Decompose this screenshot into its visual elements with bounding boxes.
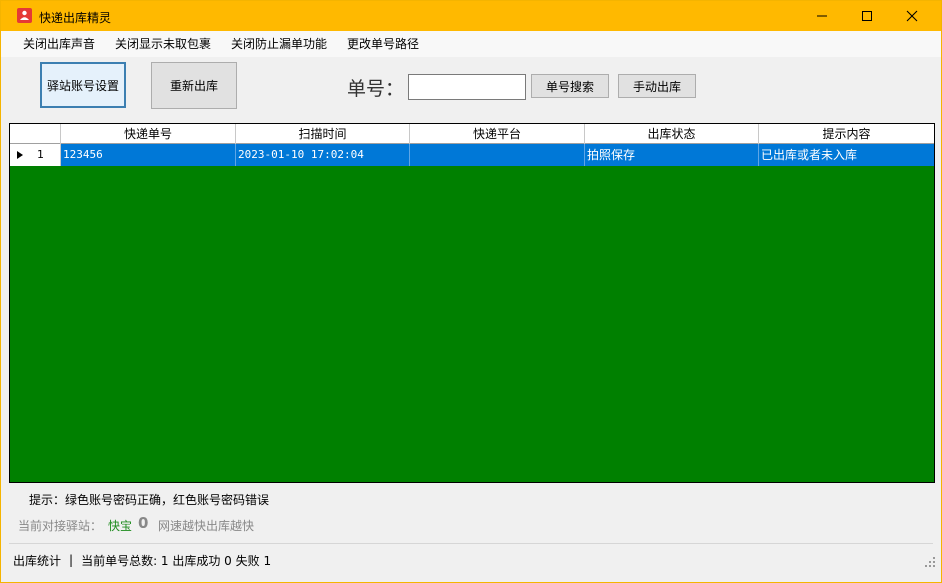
divider — [9, 543, 933, 544]
current-row-arrow-icon — [17, 151, 23, 159]
col-header-tracking[interactable]: 快递单号 — [61, 124, 236, 144]
menu-change-path[interactable]: 更改单号路径 — [337, 31, 429, 57]
cell-hint[interactable]: 已出库或者未入库 — [759, 144, 934, 166]
status-bar: 出库统计 | 当前单号总数: 1 出库成功 0 失败 1 — [1, 547, 941, 573]
maximize-button[interactable] — [844, 1, 890, 31]
status-separator: | — [69, 553, 74, 567]
tracking-label: 单号： — [347, 78, 405, 100]
app-window: 快递出库精灵 关闭出库声音 关闭显示未取包裹 关闭防止漏单功能 更改单号路径 驿… — [0, 0, 942, 583]
table-row[interactable]: 1 123456 2023-01-10 17:02:04 拍照保存 已出库或者未… — [10, 144, 934, 166]
account-color-tip: 提示：绿色账号密码正确，红色账号密码错误 — [29, 493, 270, 507]
cell-platform[interactable] — [410, 144, 585, 166]
minimize-icon — [817, 15, 827, 17]
cell-status[interactable]: 拍照保存 — [585, 144, 759, 166]
window-title: 快递出库精灵 — [39, 11, 112, 25]
title-bar[interactable]: 快递出库精灵 — [1, 1, 941, 31]
cell-scan-time[interactable]: 2023-01-10 17:02:04 — [236, 144, 410, 166]
station-settings-button[interactable]: 驿站账号设置 — [40, 62, 126, 108]
col-header-scan-time[interactable]: 扫描时间 — [236, 124, 410, 144]
app-icon — [17, 8, 32, 23]
status-totals: 当前单号总数: 1 出库成功 0 失败 1 — [81, 553, 272, 568]
station-note: 网速越快出库越快 — [158, 519, 255, 533]
maximize-icon — [862, 11, 872, 21]
col-header-platform[interactable]: 快递平台 — [410, 124, 585, 144]
menu-bar: 关闭出库声音 关闭显示未取包裹 关闭防止漏单功能 更改单号路径 — [1, 31, 941, 57]
menu-toggle-unpicked[interactable]: 关闭显示未取包裹 — [105, 31, 221, 57]
menu-toggle-missing-guard[interactable]: 关闭防止漏单功能 — [221, 31, 337, 57]
restock-button[interactable]: 重新出库 — [151, 62, 237, 109]
row-header[interactable]: 1 — [10, 144, 61, 166]
tracking-search-button[interactable]: 单号搜索 — [531, 74, 609, 98]
tracking-input[interactable] — [408, 74, 526, 100]
menu-toggle-sound[interactable]: 关闭出库声音 — [13, 31, 105, 57]
station-name[interactable]: 快宝 — [108, 517, 132, 534]
cell-tracking[interactable]: 123456 — [61, 144, 236, 166]
manual-out-button[interactable]: 手动出库 — [618, 74, 696, 98]
data-grid[interactable]: 快递单号 扫描时间 快递平台 出库状态 提示内容 1 123456 2023-0… — [9, 123, 935, 483]
station-count: 0 — [138, 514, 149, 532]
close-button[interactable] — [889, 1, 935, 31]
minimize-button[interactable] — [799, 1, 845, 31]
resize-grip-icon[interactable] — [925, 557, 935, 567]
close-icon — [906, 10, 918, 22]
row-index: 1 — [37, 148, 44, 161]
grid-corner-header[interactable] — [10, 124, 61, 144]
col-header-hint[interactable]: 提示内容 — [759, 124, 934, 144]
grid-header: 快递单号 扫描时间 快递平台 出库状态 提示内容 — [10, 124, 934, 144]
col-header-status[interactable]: 出库状态 — [585, 124, 759, 144]
station-label: 当前对接驿站： — [18, 519, 103, 533]
status-label: 出库统计 — [13, 553, 62, 568]
